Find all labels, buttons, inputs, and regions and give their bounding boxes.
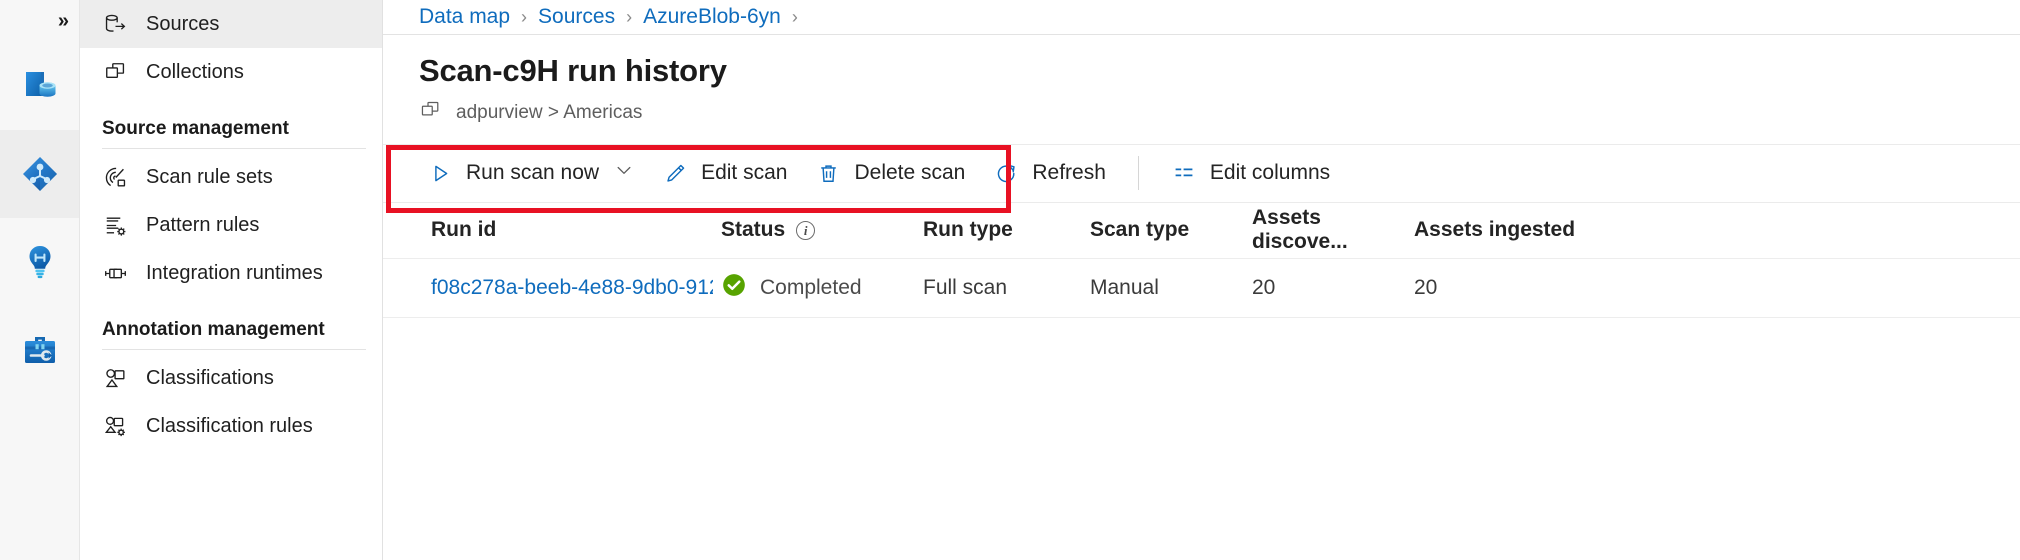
breadcrumb-item-azureblob[interactable]: AzureBlob-6yn <box>643 5 781 29</box>
sidebar-item-sources[interactable]: Sources <box>80 0 382 48</box>
cell-run-type: Full scan <box>923 276 1090 300</box>
edit-columns-label: Edit columns <box>1210 161 1330 185</box>
edit-scan-button[interactable]: Edit scan <box>648 150 801 196</box>
page-title: Scan-c9H run history <box>419 53 2020 89</box>
sidebar-item-classifications[interactable]: Classifications <box>80 354 382 402</box>
table-row[interactable]: f08c278a-beeb-4e88-9db0-912b3b1 Complete… <box>383 259 2020 318</box>
refresh-label: Refresh <box>1032 161 1106 185</box>
column-header-label[interactable]: Assets ingested <box>1414 218 1575 241</box>
data-catalog-icon <box>19 65 61 107</box>
toolbar-divider <box>1138 156 1139 190</box>
column-header-label[interactable]: Run id <box>431 218 496 241</box>
trash-icon <box>815 162 841 185</box>
collections-icon <box>419 99 442 128</box>
column-header-assets-discovered: Assets discove... <box>1252 206 1414 254</box>
page-header: Scan-c9H run history adpurview > America… <box>383 35 2020 128</box>
column-header-label[interactable]: Assets discove... <box>1252 206 1348 253</box>
column-header-assets-ingested: Assets ingested <box>1414 218 1624 242</box>
play-triangle-icon <box>427 162 453 185</box>
collection-path: adpurview > Americas <box>419 99 2020 128</box>
cell-assets-ingested: 20 <box>1414 276 1624 300</box>
insights-lightbulb-icon <box>19 241 61 283</box>
chevron-right-icon: › <box>521 7 527 28</box>
run-history-table: Run id Status i Run type Scan type Asset… <box>383 203 2020 318</box>
run-scan-now-label: Run scan now <box>466 161 599 185</box>
pattern-rules-icon <box>102 212 128 238</box>
pencil-icon <box>662 162 688 185</box>
info-icon[interactable]: i <box>796 221 815 240</box>
chevron-down-icon[interactable] <box>614 160 634 186</box>
column-header-label[interactable]: Scan type <box>1090 218 1189 241</box>
cell-scan-type: Manual <box>1090 276 1252 300</box>
collection-path-text: adpurview > Americas <box>456 102 642 124</box>
breadcrumb-item-sources[interactable]: Sources <box>538 5 615 29</box>
breadcrumb-item-data-map[interactable]: Data map <box>419 5 510 29</box>
sidebar-item-collections[interactable]: Collections <box>80 48 382 96</box>
sidebar-item-classification-rules[interactable]: Classification rules <box>80 402 382 450</box>
sidebar-item-pattern-rules[interactable]: Pattern rules <box>80 201 382 249</box>
sidebar-item-label: Classification rules <box>146 415 313 438</box>
expand-menu-icon[interactable]: » <box>58 11 67 31</box>
sidebar-item-integration-runtimes[interactable]: Integration runtimes <box>80 249 382 297</box>
column-header-label[interactable]: Run type <box>923 218 1013 241</box>
classification-rules-icon <box>102 413 128 439</box>
sidebar-group-title-annotation-management: Annotation management <box>80 297 382 349</box>
column-header-status: Status i <box>721 218 923 242</box>
refresh-icon <box>993 162 1019 185</box>
sidebar-item-label: Integration runtimes <box>146 262 323 285</box>
edit-columns-icon <box>1171 161 1197 185</box>
sidebar-group-title-source-management: Source management <box>80 96 382 148</box>
command-bar: Run scan now Edit scan <box>383 144 2020 203</box>
table-header-row: Run id Status i Run type Scan type Asset… <box>383 203 2020 259</box>
sidebar-item-label: Pattern rules <box>146 214 259 237</box>
refresh-button[interactable]: Refresh <box>979 150 1120 196</box>
chevron-right-icon: › <box>792 7 798 28</box>
run-scan-now-button[interactable]: Run scan now <box>413 150 648 196</box>
sidebar-item-label: Sources <box>146 13 219 36</box>
status-success-icon <box>721 272 747 304</box>
sidebar-divider <box>102 148 366 149</box>
assets-ingested-value: 20 <box>1414 276 1437 299</box>
chevron-right-icon: › <box>626 7 632 28</box>
status-text: Completed <box>760 276 862 300</box>
rail-item-data-catalog[interactable] <box>0 42 79 130</box>
main-content: Data map › Sources › AzureBlob-6yn › Sca… <box>383 0 2020 560</box>
assets-discovered-value: 20 <box>1252 276 1275 299</box>
data-map-icon <box>19 153 61 195</box>
sidebar-nav: Sources Collections Source management <box>80 0 383 560</box>
run-type-text: Full scan <box>923 276 1007 299</box>
rail-item-management[interactable] <box>0 306 79 394</box>
classifications-icon <box>102 365 128 391</box>
command-bar-buttons: Run scan now Edit scan <box>383 145 2020 202</box>
sidebar-item-label: Collections <box>146 61 244 84</box>
column-header-run-id: Run id <box>431 218 721 242</box>
cell-status: Completed <box>721 272 923 304</box>
scan-rule-sets-icon <box>102 164 128 190</box>
delete-scan-button[interactable]: Delete scan <box>801 150 979 196</box>
sidebar-item-scan-rule-sets[interactable]: Scan rule sets <box>80 153 382 201</box>
column-header-run-type: Run type <box>923 218 1090 242</box>
breadcrumb: Data map › Sources › AzureBlob-6yn › <box>383 0 2020 35</box>
purview-scan-run-history-page: » <box>0 0 2020 560</box>
scan-type-text: Manual <box>1090 276 1159 299</box>
sidebar-divider <box>102 349 366 350</box>
sidebar-item-label: Scan rule sets <box>146 166 273 189</box>
run-id-link[interactable]: f08c278a-beeb-4e88-9db0-912b3b1 <box>431 276 713 300</box>
rail-expand-row: » <box>0 0 79 42</box>
sources-icon <box>102 11 128 37</box>
rail-item-data-map[interactable] <box>0 130 79 218</box>
edit-columns-button[interactable]: Edit columns <box>1157 150 1344 196</box>
cell-run-id: f08c278a-beeb-4e88-9db0-912b3b1 <box>431 276 721 300</box>
sidebar-item-label: Classifications <box>146 367 274 390</box>
rail-item-insights[interactable] <box>0 218 79 306</box>
cell-assets-discovered: 20 <box>1252 276 1414 300</box>
edit-scan-label: Edit scan <box>701 161 787 185</box>
app-icon-rail: » <box>0 0 80 560</box>
delete-scan-label: Delete scan <box>854 161 965 185</box>
management-toolbox-icon <box>19 329 61 371</box>
integration-runtimes-icon <box>102 260 128 286</box>
column-header-scan-type: Scan type <box>1090 218 1252 242</box>
collections-icon <box>102 59 128 85</box>
column-header-label[interactable]: Status <box>721 218 785 242</box>
